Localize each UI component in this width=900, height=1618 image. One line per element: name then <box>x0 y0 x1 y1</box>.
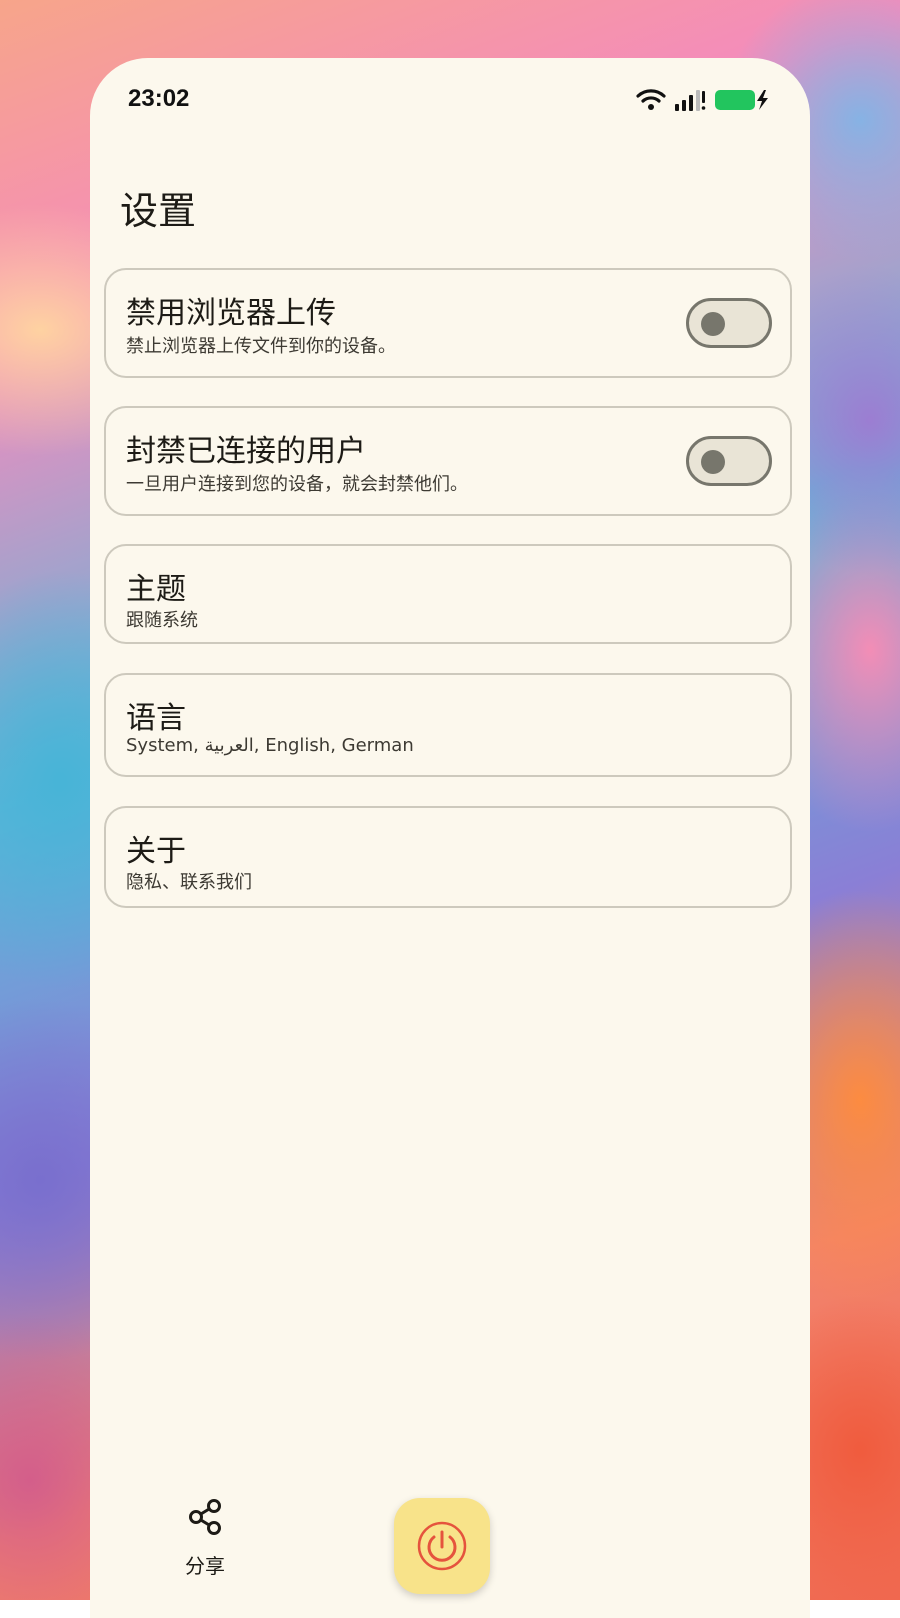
status-time: 23:02 <box>128 85 190 112</box>
block-connected-users-toggle[interactable] <box>686 436 772 486</box>
signal-icon <box>674 88 706 116</box>
setting-title: 封禁已连接的用户 <box>126 434 366 469</box>
setting-subtitle: 禁止浏览器上传文件到你的设备。 <box>126 336 396 357</box>
status-icons <box>636 88 768 116</box>
power-button[interactable] <box>394 1498 490 1594</box>
disable-browser-upload-toggle[interactable] <box>686 298 772 348</box>
setting-title: 禁用浏览器上传 <box>126 296 336 331</box>
setting-disable-browser-upload[interactable]: 禁用浏览器上传 禁止浏览器上传文件到你的设备。 <box>104 268 792 378</box>
setting-block-connected-users[interactable]: 封禁已连接的用户 一旦用户连接到您的设备，就会封禁他们。 <box>104 406 792 516</box>
setting-subtitle: System, العربية, English, German <box>126 735 414 756</box>
page-title: 设置 <box>120 189 197 233</box>
power-icon <box>416 1520 468 1572</box>
setting-theme[interactable]: 主题 跟随系统 <box>104 544 792 644</box>
setting-title: 主题 <box>126 572 186 607</box>
toggle-knob <box>701 312 725 336</box>
setting-title: 关于 <box>126 834 186 869</box>
share-nav-button[interactable]: 分享 <box>170 1498 240 1578</box>
setting-subtitle: 跟随系统 <box>126 610 198 631</box>
setting-language[interactable]: 语言 System, العربية, English, German <box>104 673 792 777</box>
share-icon <box>186 1498 224 1536</box>
toggle-knob <box>701 450 725 474</box>
setting-subtitle: 一旦用户连接到您的设备，就会封禁他们。 <box>126 474 468 495</box>
setting-title: 语言 <box>126 701 186 736</box>
app-window: 23:02 设置 禁用浏览器上传 禁止浏览器上传文件到你的设备。 封禁已连接的用… <box>90 58 810 1618</box>
wifi-icon <box>636 88 666 116</box>
share-label: 分享 <box>185 1554 225 1578</box>
setting-about[interactable]: 关于 隐私、联系我们 <box>104 806 792 908</box>
setting-subtitle: 隐私、联系我们 <box>126 872 252 893</box>
status-bar: 23:02 <box>90 58 810 146</box>
battery-charging-icon <box>714 88 770 116</box>
